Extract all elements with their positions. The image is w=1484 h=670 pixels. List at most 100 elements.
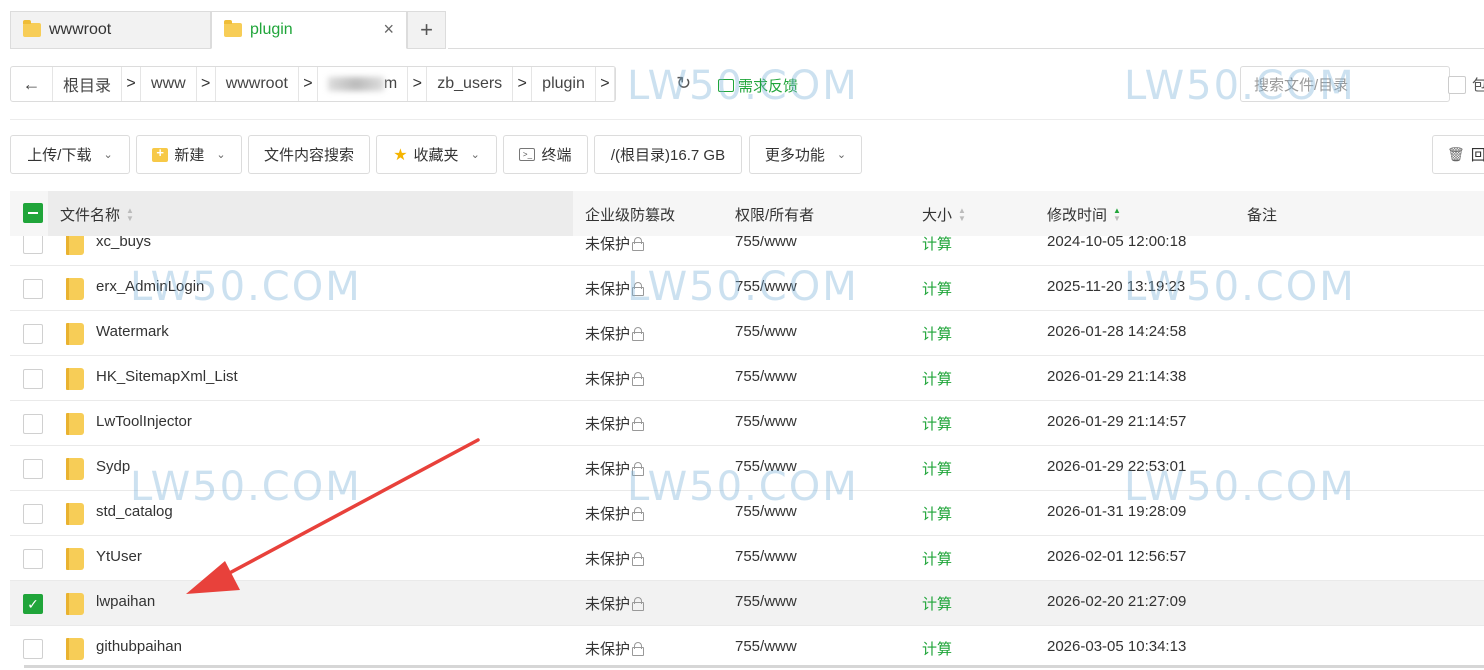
recycle-bin-button[interactable]: 🗑 回 [1432,135,1484,174]
content-search-button[interactable]: 文件内容搜索 [248,135,370,174]
new-button[interactable]: 新建 ⌄ [136,135,242,174]
size-calc-link[interactable]: 计算 [922,278,952,299]
file-name[interactable]: LwToolInjector [96,413,192,430]
table-row[interactable]: LwToolInjector 未保护 755/www 计算 2026-01-29… [10,401,1484,446]
upload-download-button[interactable]: 上传/下载 ⌄ [10,135,130,174]
protect-label: 未保护 [585,281,631,298]
size-calc-link[interactable]: 计算 [922,503,952,524]
column-name[interactable]: 文件名称 ▲ ▼ [60,204,134,225]
permission[interactable]: 755/www [735,638,797,655]
breadcrumb-item-zb-users[interactable]: zb_users > [427,67,533,101]
protect-status[interactable]: 未保护 [585,413,645,434]
feedback-link[interactable]: 需求反馈 [718,75,798,96]
size-calc-link[interactable]: 计算 [922,236,952,254]
protect-status[interactable]: 未保护 [585,236,645,254]
protect-status[interactable]: 未保护 [585,548,645,569]
size-calc-link[interactable]: 计算 [922,548,952,569]
permission[interactable]: 755/www [735,503,797,520]
size-calc-link[interactable]: 计算 [922,458,952,479]
file-name[interactable]: githubpaihan [96,638,182,655]
feedback-label: 需求反馈 [738,78,799,95]
column-modified[interactable]: 修改时间 ▲ ▼ [1047,204,1121,225]
size-calc-link[interactable]: 计算 [922,368,952,389]
terminal-button[interactable]: >_ 终端 [503,135,588,174]
protect-status[interactable]: 未保护 [585,638,645,659]
protect-status[interactable]: 未保护 [585,458,645,479]
breadcrumb-item-wwwroot[interactable]: wwwroot > [216,67,318,101]
row-checkbox[interactable] [23,549,43,569]
search-input[interactable]: 搜索文件/目录 [1240,66,1450,102]
horizontal-scrollbar[interactable] [24,665,1484,668]
refresh-icon[interactable]: ↻ [676,73,691,94]
row-checkbox[interactable] [23,639,43,659]
row-checkbox[interactable] [23,279,43,299]
file-name[interactable]: HK_SitemapXml_List [96,368,238,385]
table-row[interactable]: HK_SitemapXml_List 未保护 755/www 计算 2026-0… [10,356,1484,401]
table-row[interactable]: erx_AdminLogin 未保护 755/www 计算 2025-11-20… [10,266,1484,311]
row-checkbox-checked[interactable]: ✓ [23,594,43,614]
close-icon[interactable]: × [383,19,394,40]
chevron-right-icon[interactable]: > [121,67,142,101]
protect-status[interactable]: 未保护 [585,503,645,524]
content-search-label: 文件内容搜索 [263,147,354,164]
row-checkbox[interactable] [23,459,43,479]
permission[interactable]: 755/www [735,236,797,250]
size-calc-link[interactable]: 计算 [922,323,952,344]
row-checkbox[interactable] [23,236,43,254]
chevron-right-icon[interactable]: > [512,67,533,101]
file-name[interactable]: YtUser [96,548,142,565]
column-size[interactable]: 大小 ▲ ▼ [922,204,966,225]
more-functions-button[interactable]: 更多功能 ⌄ [749,135,862,174]
sort-icon: ▲ ▼ [958,205,966,223]
disk-usage-button[interactable]: /(根目录)16.7 GB [594,135,742,174]
select-all-checkbox[interactable] [23,203,43,223]
table-row[interactable]: xc_buys 未保护 755/www 计算 2024-10-05 12:00:… [10,236,1484,266]
table-row[interactable]: YtUser 未保护 755/www 计算 2026-02-01 12:56:5… [10,536,1484,581]
permission[interactable]: 755/www [735,548,797,565]
column-permission[interactable]: 权限/所有者 [735,204,814,225]
protect-status[interactable]: 未保护 [585,278,645,299]
file-name[interactable]: erx_AdminLogin [96,278,204,295]
table-row[interactable]: std_catalog 未保护 755/www 计算 2026-01-31 19… [10,491,1484,536]
add-tab-button[interactable]: + [407,11,446,49]
row-checkbox[interactable] [23,369,43,389]
row-checkbox[interactable] [23,504,43,524]
file-name[interactable]: Watermark [96,323,169,340]
protect-status[interactable]: 未保护 [585,323,645,344]
breadcrumb-item-root[interactable]: 根目录 > [53,67,142,101]
back-arrow-icon[interactable]: ← [11,67,53,101]
file-name[interactable]: xc_buys [96,236,151,250]
chevron-right-icon[interactable]: > [297,67,318,101]
breadcrumb-item-www[interactable]: www > [141,67,216,101]
protect-status[interactable]: 未保护 [585,368,645,389]
chevron-down-icon: ⌄ [103,149,113,161]
table-row-selected[interactable]: ✓ lwpaihan 未保护 755/www 计算 2026-02-20 21:… [10,581,1484,626]
table-row[interactable]: Watermark 未保护 755/www 计算 2026-01-28 14:2… [10,311,1484,356]
table-row[interactable]: githubpaihan 未保护 755/www 计算 2026-03-05 1… [10,626,1484,670]
permission[interactable]: 755/www [735,458,797,475]
include-subdir-checkbox[interactable]: 包 [1448,74,1484,95]
size-calc-link[interactable]: 计算 [922,638,952,659]
breadcrumb-item-plugin[interactable]: plugin > [532,67,615,101]
table-row[interactable]: Sydp 未保护 755/www 计算 2026-01-29 22:53:01 [10,446,1484,491]
file-name[interactable]: Sydp [96,458,130,475]
tab-plugin[interactable]: plugin × [211,11,407,49]
chevron-right-icon[interactable]: > [594,67,615,101]
row-checkbox[interactable] [23,414,43,434]
tab-wwwroot[interactable]: wwwroot [10,11,211,49]
permission[interactable]: 755/www [735,368,797,385]
breadcrumb-item-site[interactable]: m > [318,67,428,101]
favorites-button[interactable]: ★ 收藏夹 ⌄ [376,135,497,174]
permission[interactable]: 755/www [735,413,797,430]
protect-status[interactable]: 未保护 [585,593,645,614]
file-name[interactable]: lwpaihan [96,593,155,610]
permission[interactable]: 755/www [735,278,797,295]
size-calc-link[interactable]: 计算 [922,593,952,614]
permission[interactable]: 755/www [735,323,797,340]
size-calc-link[interactable]: 计算 [922,413,952,434]
file-name[interactable]: std_catalog [96,503,173,520]
row-checkbox[interactable] [23,324,43,344]
chevron-right-icon[interactable]: > [407,67,428,101]
permission[interactable]: 755/www [735,593,797,610]
chevron-right-icon[interactable]: > [195,67,216,101]
